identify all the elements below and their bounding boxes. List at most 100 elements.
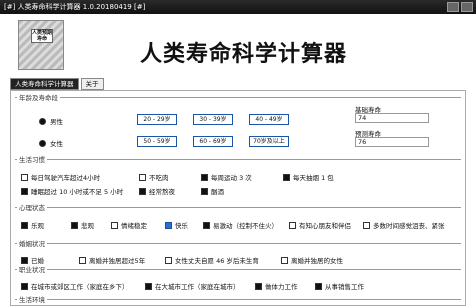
male-radio[interactable] <box>39 117 46 125</box>
mental-label: 易激动（控制不住火） <box>213 222 278 230</box>
tab-about[interactable]: 关于 <box>80 78 104 90</box>
habit-checkbox-alcohol[interactable]: 酗酒 <box>201 186 224 196</box>
window-title: [#] 人类寿命科学计算器 1.0.20180419 [#] <box>4 3 146 11</box>
checkbox[interactable] <box>289 221 296 229</box>
habit-checkbox-exercise[interactable]: 每周运动 3 次 <box>201 172 252 182</box>
mental-state-section: 心理状态 乐观 悲观 情绪稳定 快乐 易激动（控制不住火） 有知心朋友和伴侣 多… <box>15 202 461 233</box>
work-label: 从事销售工作 <box>325 283 364 291</box>
age-button-20-29[interactable]: 20 - 29岁 <box>137 114 177 125</box>
mental-checkbox-depressed[interactable]: 多数时间感觉沮丧、紧张 <box>363 220 445 230</box>
mental-label: 多数时间感觉沮丧、紧张 <box>373 222 445 230</box>
basic-life-field[interactable]: 74 <box>355 113 429 123</box>
living-env-title: 生活环境 <box>17 294 47 304</box>
checkbox[interactable] <box>281 256 288 264</box>
age-button-50-59[interactable]: 50 - 59岁 <box>137 136 177 147</box>
mental-label: 乐观 <box>31 222 44 230</box>
checkbox[interactable] <box>255 282 262 290</box>
checkbox[interactable] <box>145 282 152 290</box>
mental-checkbox-friends[interactable]: 有知心朋友和伴侣 <box>289 220 351 230</box>
checkbox[interactable] <box>315 282 322 290</box>
marriage-checkbox-divorced-female[interactable]: 离婚并独居的女性 <box>281 255 343 265</box>
main-panel: 年龄及寿命段 男性 女性 20 - 29岁 30 - 39岁 40 - 49岁 … <box>10 90 466 306</box>
checkbox[interactable] <box>111 221 118 229</box>
mental-label: 情绪稳定 <box>121 222 147 230</box>
male-label: 男性 <box>50 118 63 126</box>
work-checkbox-suburb[interactable]: 在城市或郊区工作（家庭在乡下） <box>21 281 129 291</box>
habit-label: 不吃肉 <box>149 174 169 182</box>
mental-checkbox-happy[interactable]: 快乐 <box>165 220 188 230</box>
living-env-section: 生活环境 <box>15 294 461 307</box>
logo-text: 人类预期寿命 <box>31 29 53 43</box>
mental-label: 悲观 <box>81 222 94 230</box>
age-button-30-39[interactable]: 30 - 39岁 <box>193 114 233 125</box>
mental-checkbox-irritable[interactable]: 易激动（控制不住火） <box>203 220 278 230</box>
marriage-section: 婚姻状况 已婚 离婚并独居超过5年 女性丈夫自愿 46 岁后未生育 离婚并独居的… <box>15 238 461 267</box>
work-section: 职业状况 在城市或郊区工作（家庭在乡下） 在大城市工作（家庭在城市） 做体力工作… <box>15 264 461 293</box>
checkbox[interactable] <box>165 221 172 229</box>
checkbox[interactable] <box>283 173 290 181</box>
checkbox[interactable] <box>363 221 370 229</box>
mental-checkbox-optimistic[interactable]: 乐观 <box>21 220 44 230</box>
checkbox[interactable] <box>21 173 28 181</box>
work-label: 在城市或郊区工作（家庭在乡下） <box>31 283 129 291</box>
marriage-title: 婚姻状况 <box>17 238 47 248</box>
habit-checkbox-driving[interactable]: 每日驾驶汽车超过4小时 <box>21 172 100 182</box>
checkbox[interactable] <box>139 173 146 181</box>
work-label: 在大城市工作（家庭在城市） <box>155 283 240 291</box>
page-title: 人类寿命科学计算器 <box>140 42 348 67</box>
close-button[interactable] <box>461 2 473 12</box>
mental-label: 有知心朋友和伴侣 <box>299 222 351 230</box>
marriage-label: 离婚并独居的女性 <box>291 257 343 265</box>
habit-checkbox-smoking[interactable]: 每天抽烟 1 包 <box>283 172 334 182</box>
mental-checkbox-pessimistic[interactable]: 悲观 <box>71 220 94 230</box>
age-group-title: 年龄及寿命段 <box>17 92 60 102</box>
female-radio[interactable] <box>39 139 46 147</box>
age-button-60-69[interactable]: 60 - 69岁 <box>193 136 233 147</box>
female-radio-row[interactable]: 女性 <box>39 138 63 148</box>
window-titlebar: [#] 人类寿命科学计算器 1.0.20180419 [#] <box>0 0 476 14</box>
checkbox[interactable] <box>79 256 86 264</box>
age-button-40-49[interactable]: 40 - 49岁 <box>249 114 289 125</box>
checkbox[interactable] <box>21 221 28 229</box>
marriage-label: 离婚并独居超过5年 <box>89 257 146 265</box>
habit-checkbox-late-night[interactable]: 经常熬夜 <box>139 186 175 196</box>
habit-label: 经常熬夜 <box>149 188 175 196</box>
tab-bar: 人类寿命科学计算器 关于 <box>10 78 106 90</box>
habit-label: 酗酒 <box>211 188 224 196</box>
marriage-label: 女性丈夫自愿 46 岁后未生育 <box>175 257 259 265</box>
habit-checkbox-no-meat[interactable]: 不吃肉 <box>139 172 169 182</box>
checkbox[interactable] <box>21 256 28 264</box>
tab-calculator[interactable]: 人类寿命科学计算器 <box>10 78 79 90</box>
habit-label: 每日驾驶汽车超过4小时 <box>31 174 101 182</box>
mental-label: 快乐 <box>175 222 188 230</box>
checkbox[interactable] <box>165 256 172 264</box>
minimize-button[interactable] <box>447 2 459 12</box>
checkbox[interactable] <box>21 282 28 290</box>
habit-label: 睡眠超过 10 小时或不足 5 小时 <box>31 188 124 196</box>
logo-image: 人类预期寿命 <box>18 20 64 70</box>
checkbox[interactable] <box>71 221 78 229</box>
work-title: 职业状况 <box>17 264 47 274</box>
checkbox[interactable] <box>203 221 210 229</box>
checkbox[interactable] <box>139 187 146 195</box>
checkbox[interactable] <box>21 187 28 195</box>
work-checkbox-sales[interactable]: 从事销售工作 <box>315 281 364 291</box>
predicted-life-field[interactable]: 76 <box>355 137 429 147</box>
work-checkbox-big-city[interactable]: 在大城市工作（家庭在城市） <box>145 281 240 291</box>
age-group-section: 年龄及寿命段 男性 女性 20 - 29岁 30 - 39岁 40 - 49岁 … <box>15 92 461 157</box>
life-habits-section: 生活习惯 每日驾驶汽车超过4小时 不吃肉 每周运动 3 次 每天抽烟 1 包 睡… <box>15 154 461 199</box>
habit-label: 每天抽烟 1 包 <box>293 174 334 182</box>
male-radio-row[interactable]: 男性 <box>39 116 63 126</box>
female-label: 女性 <box>50 140 63 148</box>
habit-checkbox-sleep[interactable]: 睡眠超过 10 小时或不足 5 小时 <box>21 186 123 196</box>
mental-checkbox-stable[interactable]: 情绪稳定 <box>111 220 147 230</box>
age-button-70-plus[interactable]: 70岁及以上 <box>249 136 289 147</box>
habit-label: 每周运动 3 次 <box>211 174 252 182</box>
marriage-checkbox-divorced[interactable]: 离婚并独居超过5年 <box>79 255 145 265</box>
marriage-checkbox-no-children[interactable]: 女性丈夫自愿 46 岁后未生育 <box>165 255 259 265</box>
checkbox[interactable] <box>201 187 208 195</box>
mental-state-title: 心理状态 <box>17 202 47 212</box>
checkbox[interactable] <box>201 173 208 181</box>
work-checkbox-physical[interactable]: 做体力工作 <box>255 281 298 291</box>
life-habits-title: 生活习惯 <box>17 154 47 164</box>
